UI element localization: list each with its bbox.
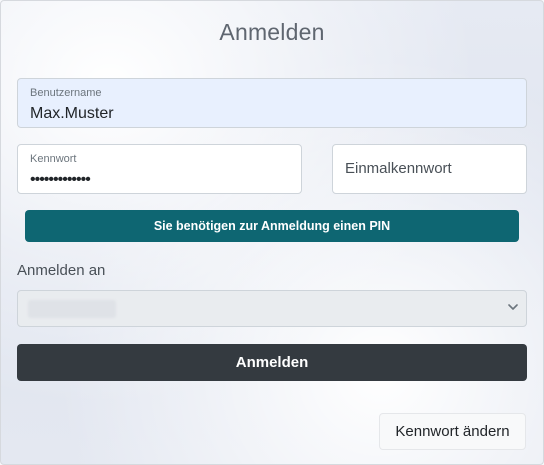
otp-field[interactable]: Einmalkennwort — [332, 144, 527, 194]
password-label: Kennwort — [30, 153, 77, 165]
password-value: ••••••••••••• — [30, 171, 91, 188]
otp-placeholder: Einmalkennwort — [345, 160, 452, 177]
username-value: Max.Muster — [30, 105, 114, 122]
page-title: Anmelden — [219, 19, 325, 45]
username-label: Benutzername — [30, 87, 102, 99]
login-card: Anmelden Benutzername Max.Muster Kennwor… — [0, 0, 544, 465]
login-target-selected-value — [28, 300, 116, 318]
password-field[interactable]: Kennwort ••••••••••••• — [17, 144, 302, 194]
login-target-label: Anmelden an — [17, 262, 106, 279]
login-button[interactable]: Anmelden — [17, 344, 527, 381]
login-target-select[interactable] — [17, 290, 527, 327]
username-field[interactable]: Benutzername Max.Muster — [17, 78, 527, 128]
change-password-button[interactable]: Kennwort ändern — [379, 413, 526, 450]
pin-notice-button[interactable]: Sie benötigen zur Anmeldung einen PIN — [25, 210, 519, 242]
chevron-down-icon — [508, 304, 518, 310]
